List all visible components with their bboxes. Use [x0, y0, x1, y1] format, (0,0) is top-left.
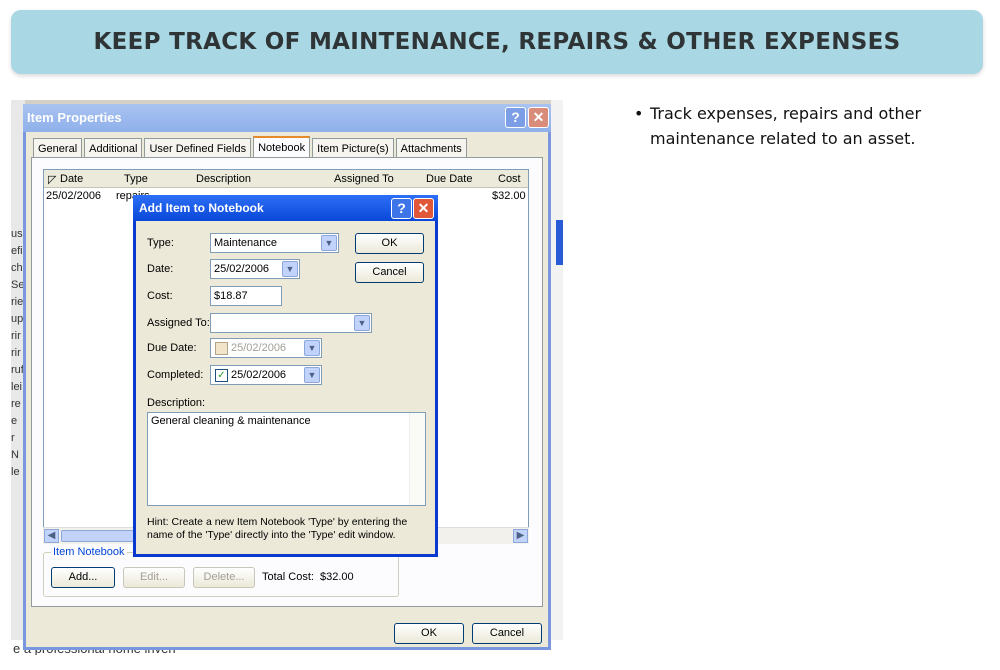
header-banner: KEEP TRACK OF MAINTENANCE, REPAIRS & OTH…	[11, 10, 983, 74]
cost-label: Cost:	[147, 290, 173, 302]
screenshot-panel: us efi ch Se rie up rir rir ruf lei re e…	[11, 100, 563, 655]
properties-cancel-button[interactable]: Cancel	[472, 623, 542, 644]
feature-description: Track expenses, repairs and other mainte…	[634, 101, 964, 151]
column-header-cost[interactable]: Cost	[498, 173, 521, 185]
column-header-due-date[interactable]: Due Date	[426, 173, 472, 185]
close-button[interactable]: ✕	[528, 107, 549, 128]
completed-checkbox[interactable]: ✓	[215, 369, 228, 382]
properties-ok-button[interactable]: OK	[394, 623, 464, 644]
window-title: Item Properties	[27, 110, 122, 125]
add-button[interactable]: Add...	[51, 567, 115, 588]
item-properties-titlebar[interactable]: Item Properties	[23, 104, 551, 132]
date-value: 25/02/2006	[214, 263, 270, 275]
date-picker[interactable]: 25/02/2006 ▼	[210, 259, 300, 279]
column-header-date[interactable]: Date	[60, 173, 83, 185]
edit-button[interactable]: Edit...	[123, 567, 185, 588]
dialog-close-button[interactable]: ✕	[413, 198, 434, 219]
column-header-description[interactable]: Description	[196, 173, 251, 185]
description-scrollbar[interactable]	[409, 413, 425, 505]
chevron-down-icon[interactable]: ▼	[354, 315, 370, 331]
chevron-down-icon[interactable]: ▼	[304, 367, 320, 383]
date-label: Date:	[147, 263, 174, 275]
item-notebook-group-label: Item Notebook	[51, 546, 127, 558]
cell-date: 25/02/2006	[46, 190, 102, 202]
total-cost-value: $32.00	[320, 571, 354, 583]
tab-general[interactable]: General	[33, 138, 83, 158]
total-cost-label: Total Cost:	[262, 571, 314, 583]
chevron-down-icon[interactable]: ▼	[304, 340, 320, 356]
hint-text: Hint: Create a new Item Notebook 'Type' …	[147, 516, 408, 541]
column-header-type[interactable]: Type	[124, 173, 148, 185]
cost-input[interactable]: $18.87	[210, 286, 282, 306]
tab-bar: General Additional User Defined Fields N…	[33, 136, 469, 158]
dialog-ok-button[interactable]: OK	[355, 233, 424, 254]
due-date-value: 25/02/2006	[231, 342, 287, 354]
type-combo[interactable]: Maintenance ▼	[210, 233, 339, 253]
grid-header: ◸ Date Type Description Assigned To Due …	[44, 170, 528, 188]
tab-user-defined-fields[interactable]: User Defined Fields	[144, 138, 252, 158]
delete-button[interactable]: Delete...	[193, 567, 255, 588]
tab-attachments[interactable]: Attachments	[395, 138, 467, 158]
dialog-title: Add Item to Notebook	[139, 201, 264, 215]
background-app-right	[551, 100, 563, 655]
completed-label: Completed:	[147, 369, 204, 381]
bullet-item: Track expenses, repairs and other mainte…	[634, 101, 964, 151]
assigned-to-combo[interactable]: ▼	[210, 313, 372, 333]
cell-cost: $32.00	[492, 190, 526, 202]
description-value: General cleaning & maintenance	[151, 415, 311, 427]
bullet-list: Track expenses, repairs and other mainte…	[634, 101, 964, 151]
column-header-assigned-to[interactable]: Assigned To	[334, 173, 394, 185]
description-label: Description:	[147, 397, 206, 409]
description-textarea[interactable]: General cleaning & maintenance	[147, 412, 426, 506]
due-date-label: Due Date:	[147, 342, 197, 354]
tab-additional[interactable]: Additional	[84, 138, 143, 158]
assigned-to-label: Assigned To:	[147, 317, 210, 329]
dialog-cancel-button[interactable]: Cancel	[355, 262, 424, 283]
chevron-down-icon[interactable]: ▼	[282, 261, 298, 277]
help-button[interactable]: ?	[505, 107, 526, 128]
type-label: Type:	[147, 237, 174, 249]
scroll-right-icon[interactable]: ▶	[513, 529, 528, 543]
tab-item-pictures[interactable]: Item Picture(s)	[312, 138, 394, 158]
type-value: Maintenance	[214, 237, 277, 249]
scroll-left-icon[interactable]: ◀	[44, 529, 59, 543]
chevron-down-icon[interactable]: ▼	[321, 235, 337, 251]
completed-date-value: 25/02/2006	[231, 369, 287, 381]
tab-notebook[interactable]: Notebook	[253, 136, 311, 158]
sort-arrow-icon: ◸	[48, 174, 57, 186]
dialog-help-button[interactable]: ?	[391, 198, 412, 219]
scroll-thumb[interactable]	[61, 530, 141, 542]
due-date-checkbox[interactable]	[215, 342, 228, 355]
page-title: KEEP TRACK OF MAINTENANCE, REPAIRS & OTH…	[93, 29, 901, 55]
background-highlight	[556, 220, 563, 265]
